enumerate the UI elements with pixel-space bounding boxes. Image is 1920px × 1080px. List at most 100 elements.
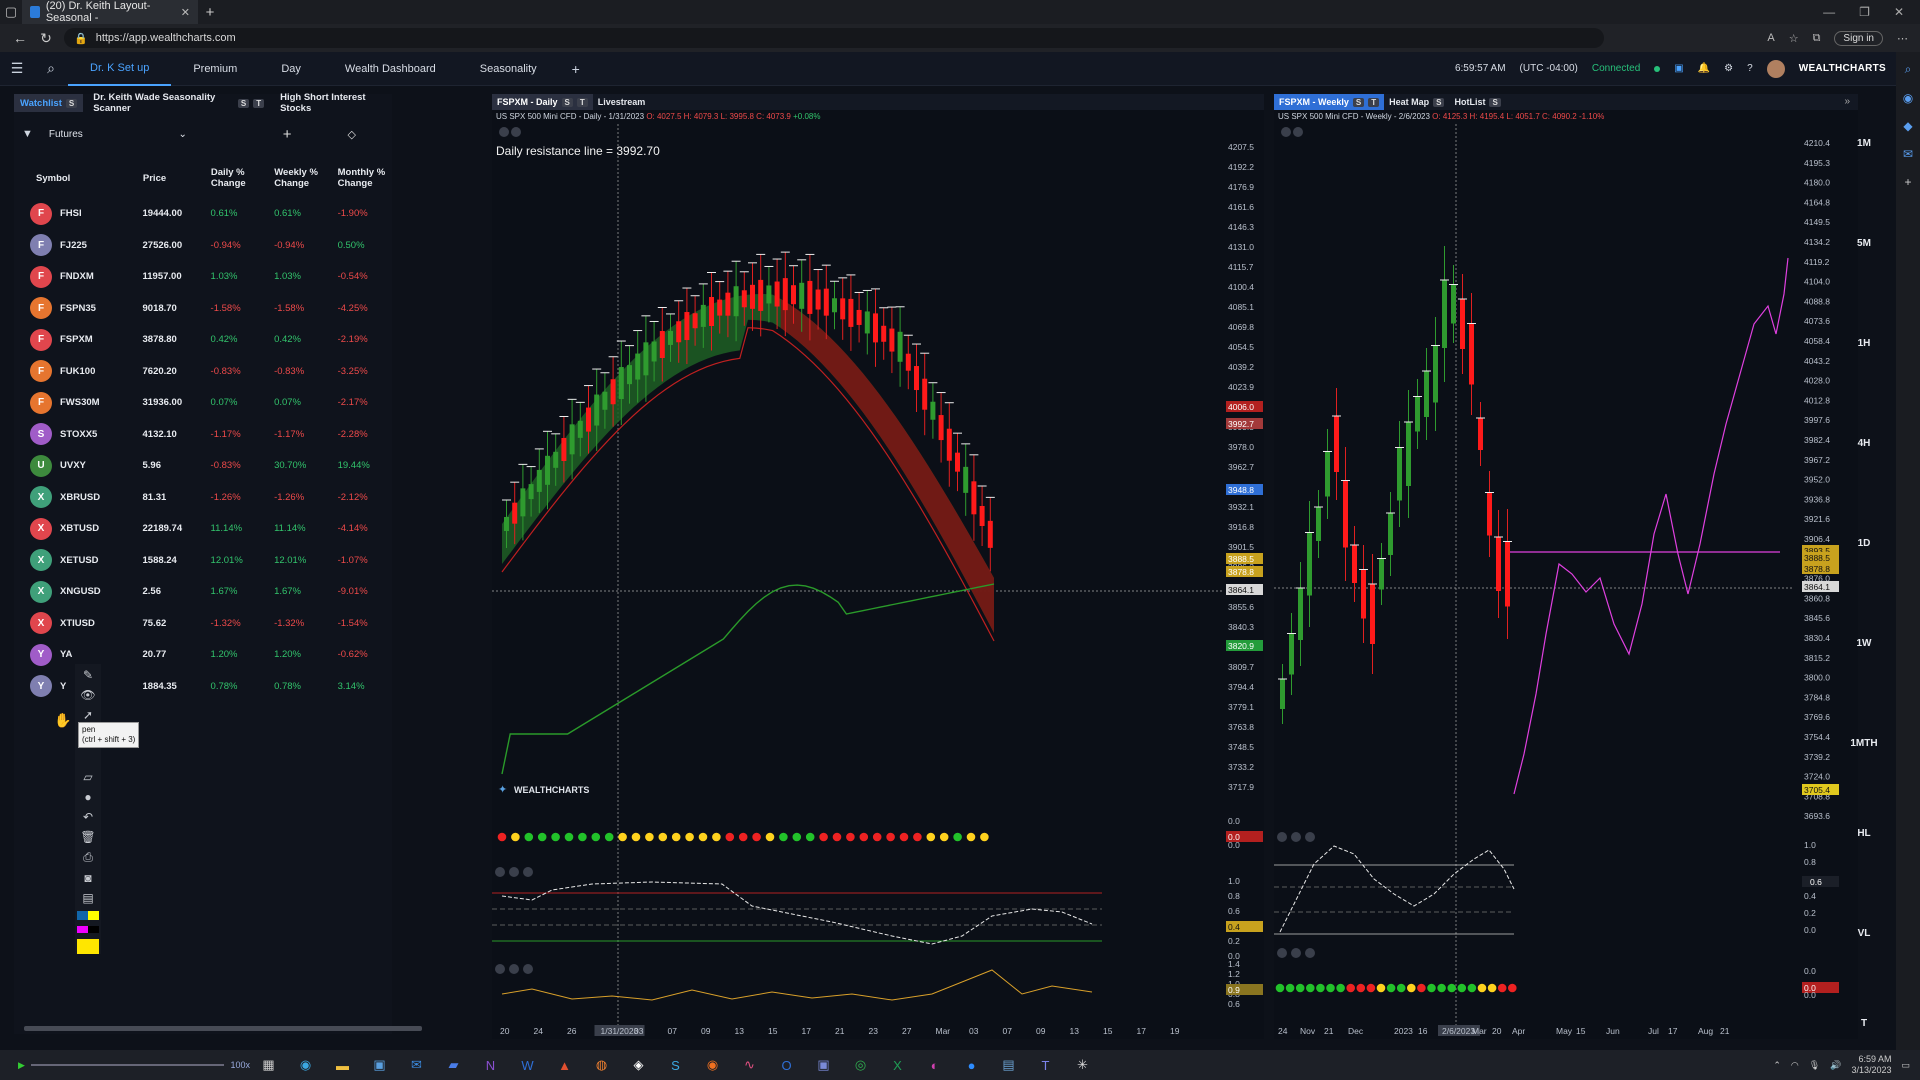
add-tab-icon[interactable]: +: [559, 61, 593, 77]
trash-icon[interactable]: 🗑: [80, 830, 95, 844]
sidebar-outlook-icon[interactable]: ✉: [1903, 147, 1913, 161]
window-menu-icon[interactable]: ▢: [0, 4, 22, 20]
color-swatch[interactable]: [77, 925, 99, 934]
print-icon[interactable]: ⎙: [83, 850, 93, 865]
layout-icon[interactable]: ▣: [1674, 63, 1683, 74]
add-symbol-icon[interactable]: +: [283, 126, 292, 143]
mail-icon[interactable]: ✉: [398, 1057, 435, 1073]
table-row[interactable]: X XBTUSD 22189.74 11.14% 11.14% -4.14%: [14, 513, 392, 545]
cursor-icon[interactable]: ➚: [83, 708, 93, 722]
word-icon[interactable]: W: [509, 1058, 546, 1073]
browser-tab[interactable]: (20) Dr. Keith Layout-Seasonal - ✕: [22, 0, 198, 24]
tab-seasonality[interactable]: Seasonality: [458, 52, 559, 86]
timeframe-1h[interactable]: 1H: [1846, 338, 1882, 349]
tab-high-short-interest[interactable]: High Short Interest Stocks: [274, 92, 392, 114]
tray-chevron-icon[interactable]: ⌃: [1773, 1060, 1781, 1071]
favorite-icon[interactable]: ☆: [1789, 32, 1799, 45]
color-swatch-yellow[interactable]: [77, 939, 99, 954]
color-swatch[interactable]: [77, 911, 99, 920]
table-row[interactable]: F FJ225 27526.00 -0.94% -0.94% 0.50%: [14, 230, 392, 262]
table-row[interactable]: F FHSI 19444.00 0.61% 0.61% -1.90%: [14, 198, 392, 230]
table-row[interactable]: X XBRUSD 81.31 -1.26% -1.26% -2.12%: [14, 482, 392, 514]
table-row[interactable]: X XETUSD 1588.24 12.01% 12.01% -1.07%: [14, 545, 392, 577]
collections-icon[interactable]: ⧉: [1813, 32, 1821, 45]
horizontal-scrollbar[interactable]: [24, 1026, 422, 1031]
edge-icon[interactable]: ◉: [287, 1057, 324, 1073]
app-icon[interactable]: ▣: [805, 1057, 842, 1073]
excel-icon[interactable]: X: [879, 1058, 916, 1073]
sidebar-copilot-icon[interactable]: ◉: [1903, 91, 1913, 105]
app-icon[interactable]: ∿: [731, 1057, 768, 1073]
avatar[interactable]: [1766, 59, 1785, 78]
help-icon[interactable]: ?: [1747, 63, 1753, 74]
timeframe-hl[interactable]: HL: [1846, 828, 1882, 839]
gear-icon[interactable]: ⚙: [1724, 63, 1733, 74]
tab-watchlist[interactable]: Watchlist S: [14, 94, 84, 112]
tab-premium[interactable]: Premium: [171, 52, 259, 86]
timeframe-t[interactable]: T: [1846, 1018, 1882, 1029]
header-price[interactable]: Price: [143, 173, 211, 184]
onenote-icon[interactable]: N: [472, 1058, 509, 1073]
table-row[interactable]: YY 1884.35 0.78% 0.78% 3.14%: [14, 671, 392, 703]
tab-seasonality-scanner[interactable]: Dr. Keith Wade Seasonality Scanner S T: [87, 92, 270, 114]
taskbar-clock[interactable]: 6:59 AM 3/13/2023: [1851, 1054, 1891, 1076]
new-tab-icon[interactable]: +: [198, 4, 222, 21]
table-row[interactable]: S STOXX5 4132.10 -1.17% -1.17% -2.28%: [14, 419, 392, 451]
app-icon[interactable]: S: [657, 1058, 694, 1073]
play-icon[interactable]: ▶: [18, 1060, 25, 1071]
explorer-icon[interactable]: ▬: [324, 1058, 361, 1073]
task-view-icon[interactable]: ▦: [250, 1057, 287, 1073]
timeframe-1m[interactable]: 1M: [1846, 138, 1882, 149]
table-row[interactable]: F FSPN35 9018.70 -1.58% -1.58% -4.25%: [14, 293, 392, 325]
tab-wealth-dashboard[interactable]: Wealth Dashboard: [323, 52, 458, 86]
dot-icon[interactable]: ●: [84, 790, 91, 804]
clipboard-icon[interactable]: ▤: [82, 891, 93, 905]
table-row[interactable]: F FSPXM 3878.80 0.42% 0.42% -2.19%: [14, 324, 392, 356]
timeframe-5m[interactable]: 5M: [1846, 238, 1882, 249]
camera-icon[interactable]: ◙: [84, 871, 91, 885]
wifi-icon[interactable]: ◠: [1791, 1060, 1799, 1071]
app-icon[interactable]: ◉: [694, 1057, 731, 1073]
maximize-icon[interactable]: ❐: [1859, 5, 1870, 19]
table-row[interactable]: F FNDXM 11957.00 1.03% 1.03% -0.54%: [14, 261, 392, 293]
table-row[interactable]: F FWS30M 31936.00 0.07% 0.07% -2.17%: [14, 387, 392, 419]
mic-icon[interactable]: 🎙: [1809, 1060, 1820, 1071]
read-aloud-icon[interactable]: A: [1767, 32, 1774, 44]
sign-in-button[interactable]: Sign in: [1834, 30, 1883, 46]
table-row[interactable]: F FUK100 7620.20 -0.83% -0.83% -3.25%: [14, 356, 392, 388]
resistance-annotation[interactable]: Daily resistance line = 3992.70: [496, 144, 660, 158]
table-row[interactable]: U UVXY 5.96 -0.83% 30.70% 19.44%: [14, 450, 392, 482]
app-icon[interactable]: ▰: [435, 1057, 472, 1073]
eraser-icon[interactable]: ◇: [348, 128, 356, 141]
tab-day[interactable]: Day: [259, 52, 323, 86]
app-icon[interactable]: ◈: [620, 1057, 657, 1073]
table-row[interactable]: X XNGUSD 2.56 1.67% 1.67% -9.01%: [14, 576, 392, 608]
ruler-icon[interactable]: ▱: [83, 770, 92, 784]
volume-icon[interactable]: 🔊: [1830, 1060, 1841, 1071]
timezone[interactable]: (UTC -04:00): [1520, 63, 1578, 74]
url-field[interactable]: 🔒 https://app.wealthcharts.com: [64, 28, 1604, 48]
app-icon[interactable]: ▤: [990, 1057, 1027, 1073]
firefox-icon[interactable]: ◍: [583, 1057, 620, 1073]
sidebar-search-icon[interactable]: ⌕: [1905, 62, 1912, 77]
daily-chart-canvas[interactable]: 4207.5 4192.2 4176.9 4161.6 4146.3 4131.0 4115…: [492, 94, 1264, 1039]
timeframe-1w[interactable]: 1W: [1846, 638, 1882, 649]
header-monthly[interactable]: Monthly % Change: [338, 167, 392, 189]
close-tab-icon[interactable]: ✕: [181, 6, 190, 19]
media-player-bar[interactable]: ▶ 100x: [0, 1054, 250, 1076]
timeframe-vl[interactable]: VL: [1846, 928, 1882, 939]
list-dropdown[interactable]: Futures ⌄: [43, 129, 193, 140]
store-icon[interactable]: ▣: [361, 1057, 398, 1073]
marker-icon[interactable]: ✎: [83, 668, 93, 682]
undo-icon[interactable]: ↶: [83, 810, 93, 824]
bell-icon[interactable]: 🔔: [1698, 63, 1710, 74]
search-icon[interactable]: ⌕: [34, 60, 68, 77]
filter-icon[interactable]: ▼: [22, 128, 33, 140]
table-row[interactable]: Y YA 20.77 1.20% 1.20% -0.62%: [14, 639, 392, 671]
hamburger-menu-icon[interactable]: ☰: [0, 60, 34, 77]
more-icon[interactable]: ⋯: [1897, 32, 1908, 45]
app-icon[interactable]: ✳: [1064, 1057, 1101, 1073]
outlook-icon[interactable]: O: [768, 1058, 805, 1073]
header-symbol[interactable]: Symbol: [14, 173, 143, 184]
table-row[interactable]: X XTIUSD 75.62 -1.32% -1.32% -1.54%: [14, 608, 392, 640]
